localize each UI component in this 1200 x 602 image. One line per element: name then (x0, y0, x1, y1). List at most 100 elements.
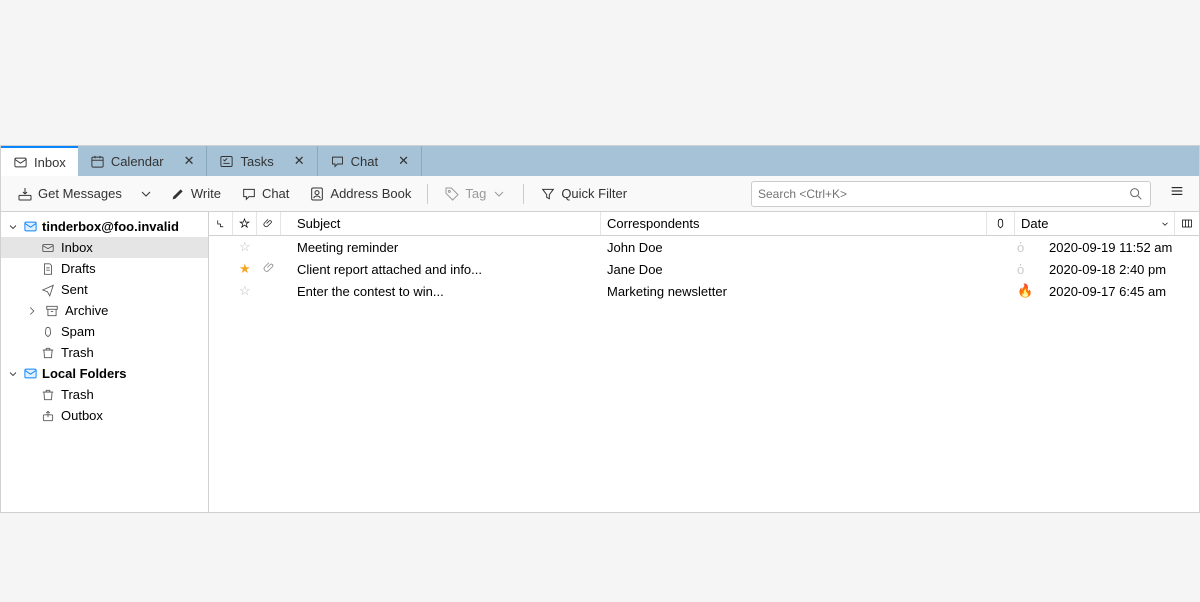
close-icon[interactable]: ✕ (398, 153, 409, 169)
account-header[interactable]: tinderbox@foo.invalid (1, 216, 208, 237)
star-icon (239, 217, 250, 230)
chevron-down-icon (7, 221, 19, 233)
message-correspondent: Marketing newsletter (601, 284, 1011, 299)
message-row[interactable]: ☆ Enter the contest to win... Marketing … (209, 280, 1199, 302)
search-input[interactable] (758, 187, 1128, 201)
chevron-down-icon (7, 368, 19, 380)
folder-trash[interactable]: Trash (1, 342, 208, 363)
chat-icon (241, 186, 257, 202)
outbox-icon (41, 409, 55, 423)
write-button[interactable]: Write (162, 182, 229, 206)
column-spam[interactable] (987, 212, 1015, 235)
calendar-icon (90, 154, 105, 169)
column-thread[interactable] (209, 212, 233, 235)
close-icon[interactable]: ✕ (294, 153, 305, 169)
message-correspondent: John Doe (601, 240, 1011, 255)
filter-icon (540, 186, 556, 202)
get-messages-button[interactable]: Get Messages (9, 182, 130, 206)
close-icon[interactable]: ✕ (184, 153, 195, 169)
star-icon[interactable]: ★ (239, 261, 251, 276)
trash-icon (41, 346, 55, 360)
folder-spam[interactable]: Spam (1, 321, 208, 342)
mail-icon (23, 219, 38, 234)
search-box[interactable] (751, 181, 1151, 207)
tab-inbox[interactable]: Inbox (1, 146, 78, 176)
tab-calendar[interactable]: Calendar ✕ (78, 146, 208, 176)
message-row[interactable]: ★ Client report attached and info... Jan… (209, 258, 1199, 280)
download-icon (17, 186, 33, 202)
column-star[interactable] (233, 212, 257, 235)
paperclip-icon (263, 217, 274, 230)
separator (523, 184, 524, 204)
tab-chat[interactable]: Chat ✕ (318, 146, 422, 176)
mail-icon (41, 241, 55, 255)
star-icon[interactable]: ☆ (239, 283, 251, 298)
tab-tasks[interactable]: Tasks ✕ (207, 146, 317, 176)
tab-label: Calendar (111, 154, 164, 169)
column-headers: Subject Correspondents Date (209, 212, 1199, 236)
email-app: Inbox Calendar ✕ Tasks ✕ Chat ✕ Get Mess… (0, 145, 1200, 513)
quick-filter-button[interactable]: Quick Filter (532, 182, 635, 206)
message-date: 2020-09-18 2:40 pm (1039, 262, 1199, 277)
mail-icon (13, 155, 28, 170)
star-icon[interactable]: ☆ (239, 239, 251, 254)
folder-outbox[interactable]: Outbox (1, 405, 208, 426)
column-subject[interactable]: Subject (281, 212, 601, 235)
folder-drafts[interactable]: Drafts (1, 258, 208, 279)
folder-sidebar: tinderbox@foo.invalid Inbox Drafts Sent … (1, 212, 209, 512)
sent-icon (41, 283, 55, 297)
chat-icon (330, 154, 345, 169)
fire-icon[interactable]: 🔥 (1017, 283, 1033, 298)
column-picker[interactable] (1175, 212, 1199, 235)
address-book-icon (309, 186, 325, 202)
message-row[interactable]: ☆ Meeting reminder John Doe ὁ 2020-09-19… (209, 236, 1199, 258)
folder-local-trash[interactable]: Trash (1, 384, 208, 405)
chevron-down-icon (138, 186, 154, 202)
hamburger-icon (1169, 183, 1185, 199)
tasks-icon (219, 154, 234, 169)
chat-button[interactable]: Chat (233, 182, 297, 206)
column-attachment[interactable] (257, 212, 281, 235)
folder-icon (23, 366, 38, 381)
tab-label: Chat (351, 154, 378, 169)
search-icon (1128, 186, 1144, 202)
trash-icon (41, 388, 55, 402)
app-menu-button[interactable] (1163, 179, 1191, 208)
message-subject: Meeting reminder (281, 240, 601, 255)
chevron-right-icon (25, 304, 39, 318)
account-name: Local Folders (42, 366, 127, 381)
column-correspondents[interactable]: Correspondents (601, 212, 987, 235)
get-messages-dropdown[interactable] (134, 182, 158, 206)
spam-icon[interactable]: ὁ (1017, 240, 1024, 255)
message-date: 2020-09-17 6:45 am (1039, 284, 1199, 299)
tag-button[interactable]: Tag (436, 182, 515, 206)
pencil-icon (170, 186, 186, 202)
main-area: tinderbox@foo.invalid Inbox Drafts Sent … (1, 212, 1199, 512)
column-picker-icon (1181, 217, 1193, 230)
message-list: ☆ Meeting reminder John Doe ὁ 2020-09-19… (209, 236, 1199, 512)
separator (427, 184, 428, 204)
toolbar: Get Messages Write Chat Address Book Tag… (1, 176, 1199, 212)
fire-icon (994, 217, 1007, 230)
spam-icon[interactable]: ὁ (1017, 262, 1024, 277)
folder-sent[interactable]: Sent (1, 279, 208, 300)
account-name: tinderbox@foo.invalid (42, 219, 179, 234)
column-date[interactable]: Date (1015, 212, 1175, 235)
folder-archive[interactable]: Archive (1, 300, 208, 321)
folder-inbox[interactable]: Inbox (1, 237, 208, 258)
thread-icon (215, 218, 226, 230)
archive-icon (45, 304, 59, 318)
draft-icon (41, 262, 55, 276)
tag-icon (444, 186, 460, 202)
chevron-down-icon (491, 186, 507, 202)
paperclip-icon (263, 261, 276, 274)
message-subject: Enter the contest to win... (281, 284, 601, 299)
account-header-local[interactable]: Local Folders (1, 363, 208, 384)
message-subject: Client report attached and info... (281, 262, 601, 277)
address-book-button[interactable]: Address Book (301, 182, 419, 206)
message-pane: Subject Correspondents Date (209, 212, 1199, 512)
chevron-down-icon (1160, 219, 1170, 229)
tab-label: Inbox (34, 155, 66, 170)
spam-icon (41, 325, 55, 339)
tab-label: Tasks (240, 154, 273, 169)
